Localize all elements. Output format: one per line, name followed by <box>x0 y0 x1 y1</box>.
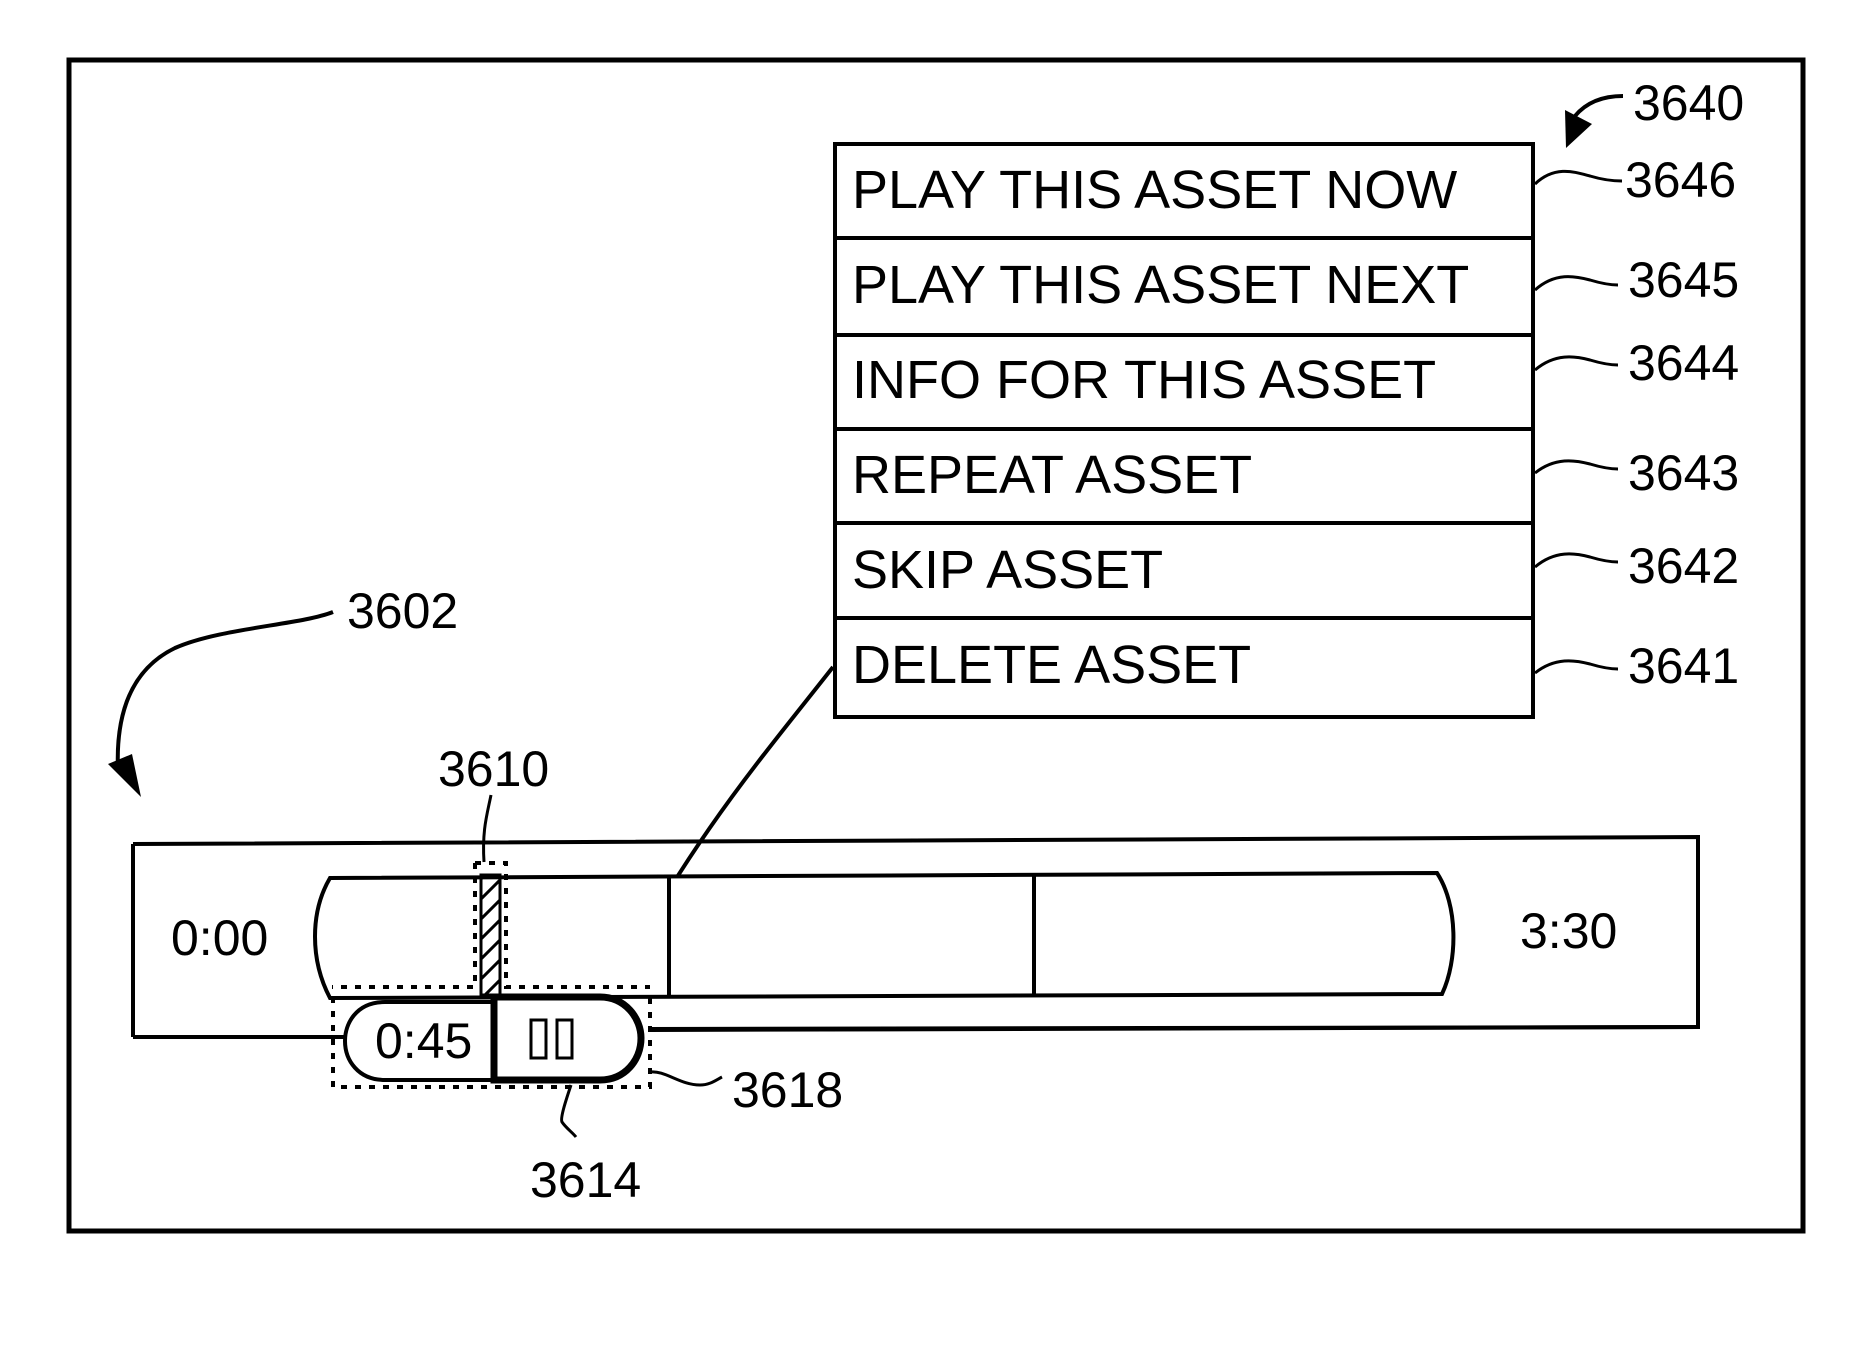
menu-item-delete[interactable]: DELETE ASSET <box>833 616 1535 719</box>
menu-item-label: PLAY THIS ASSET NEXT <box>852 255 1469 315</box>
menu-ref-label: 3640 <box>1633 75 1744 131</box>
ref-label-3646: 3646 <box>1625 152 1736 208</box>
arrowhead-icon <box>108 754 141 797</box>
pause-button[interactable] <box>490 993 645 1084</box>
menu-item-play-next[interactable]: PLAY THIS ASSET NEXT <box>833 236 1535 337</box>
timeline-ref-label: 3602 <box>347 583 458 639</box>
current-time: 0:45 <box>375 1013 472 1069</box>
ref-label-3643: 3643 <box>1628 445 1739 501</box>
playhead-marker[interactable] <box>479 873 502 997</box>
menu-item-info[interactable]: INFO FOR THIS ASSET <box>833 333 1535 431</box>
current-time-display: 0:45 <box>342 1000 493 1082</box>
scrubber-reference-callout: 3618 <box>649 1062 843 1118</box>
menu-item-label: INFO FOR THIS ASSET <box>852 350 1436 410</box>
menu-item-label: DELETE ASSET <box>852 635 1251 695</box>
ref-label-3641: 3641 <box>1628 638 1739 694</box>
arrowhead-icon <box>1565 110 1592 148</box>
figure-canvas: 3640 PLAY THIS ASSET NOW PLAY THIS ASSET… <box>66 57 1806 1234</box>
end-time: 3:30 <box>1520 903 1617 959</box>
menu-item-label: SKIP ASSET <box>852 540 1163 600</box>
ref-label-3642: 3642 <box>1628 538 1739 594</box>
ref-label-3645: 3645 <box>1628 252 1739 308</box>
menu-item-skip[interactable]: SKIP ASSET <box>833 521 1535 620</box>
pause-reference-callout: 3614 <box>530 1084 641 1208</box>
timeline-reference-callout: 3602 <box>108 583 458 797</box>
menu-reference-callout: 3640 <box>1565 75 1744 148</box>
menu-item-play-now[interactable]: PLAY THIS ASSET NOW <box>833 142 1535 240</box>
menu-item-label: PLAY THIS ASSET NOW <box>852 160 1457 220</box>
menu-item-repeat[interactable]: REPEAT ASSET <box>833 427 1535 525</box>
menu-item-label: REPEAT ASSET <box>852 445 1252 505</box>
scrubber-ref-label: 3618 <box>732 1062 843 1118</box>
context-menu: PLAY THIS ASSET NOW PLAY THIS ASSET NEXT… <box>833 142 1535 719</box>
ref-label-3644: 3644 <box>1628 335 1739 391</box>
marker-ref-label: 3610 <box>438 741 549 797</box>
start-time: 0:00 <box>171 910 268 966</box>
menu-item-callouts: 3646 3645 3644 3643 3642 3641 <box>1533 152 1739 694</box>
pause-ref-label: 3614 <box>530 1152 641 1208</box>
